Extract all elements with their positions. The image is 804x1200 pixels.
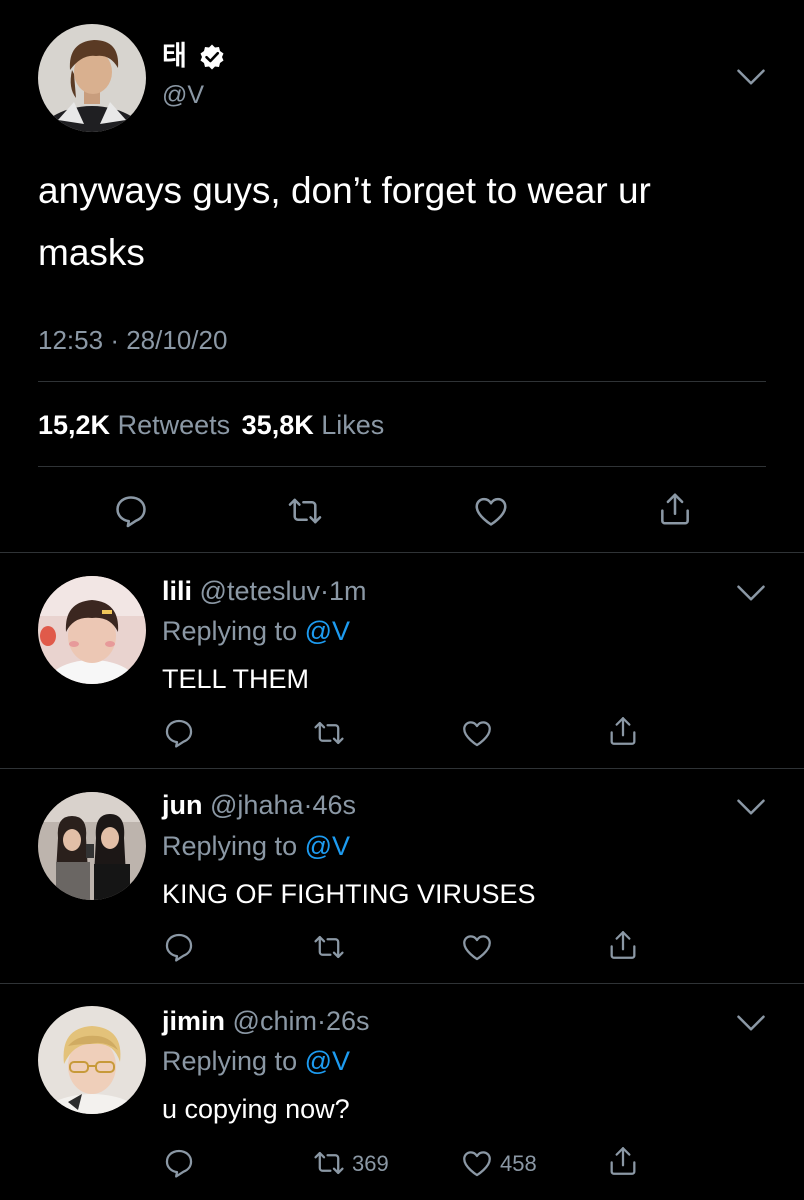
likes-count[interactable]: 35,8K <box>242 410 314 440</box>
replying-to: Replying to @V <box>162 829 350 863</box>
chevron-down-icon[interactable] <box>736 1014 766 1032</box>
retweet-icon[interactable] <box>312 1146 346 1180</box>
share-icon[interactable] <box>606 714 640 748</box>
replying-to-handle[interactable]: @V <box>305 616 350 646</box>
reply-header: jun @jhaha·46s <box>162 788 356 822</box>
reply-icon[interactable] <box>162 930 196 964</box>
reply-handle[interactable]: @tetesluv <box>200 576 320 606</box>
likes-label[interactable]: Likes <box>321 410 384 440</box>
reply-display-name[interactable]: jimin <box>162 1006 225 1036</box>
chevron-down-icon[interactable] <box>736 584 766 602</box>
reply-handle[interactable]: @chim <box>233 1006 317 1036</box>
replying-to-label: Replying to <box>162 1046 298 1076</box>
separator-dot: · <box>303 790 313 820</box>
reply-avatar[interactable] <box>38 792 146 900</box>
reply-text: TELL THEM <box>162 664 310 694</box>
tweet-text-line-2: masks <box>38 232 145 273</box>
retweet-icon[interactable] <box>286 492 324 530</box>
like-icon[interactable] <box>460 930 494 964</box>
reply-icon[interactable] <box>162 716 196 750</box>
author-handle[interactable]: @V <box>162 80 204 110</box>
divider <box>0 768 804 769</box>
replying-to-label: Replying to <box>162 831 298 861</box>
like-icon[interactable] <box>460 716 494 750</box>
separator-dot: · <box>316 1006 326 1036</box>
reply-avatar[interactable] <box>38 1006 146 1114</box>
like-icon[interactable] <box>460 1146 494 1180</box>
chevron-down-icon[interactable] <box>736 798 766 816</box>
share-icon[interactable] <box>606 928 640 962</box>
like-icon[interactable] <box>472 492 510 530</box>
divider <box>38 466 766 467</box>
retweets-count[interactable]: 15,2K <box>38 410 110 440</box>
reply-time: 46s <box>312 790 357 820</box>
share-icon[interactable] <box>656 490 694 528</box>
reply-text: u copying now? <box>162 1094 350 1124</box>
reply-icon[interactable] <box>112 492 150 530</box>
tweet-date: 28/10/20 <box>126 325 228 355</box>
replying-to-handle[interactable]: @V <box>305 831 350 861</box>
reply-avatar[interactable] <box>38 576 146 684</box>
reply-time: 26s <box>325 1006 370 1036</box>
divider <box>0 983 804 984</box>
reply-header: lili @tetesluv·1m <box>162 574 367 608</box>
retweet-icon[interactable] <box>312 930 346 964</box>
reply-time: 1m <box>329 576 367 606</box>
retweet-count: 369 <box>352 1151 389 1176</box>
reply-display-name[interactable]: jun <box>162 790 203 820</box>
verified-badge-icon <box>198 43 226 71</box>
divider <box>38 381 766 382</box>
replying-to-label: Replying to <box>162 616 298 646</box>
retweet-icon[interactable] <box>312 716 346 750</box>
separator-dot: · <box>320 576 329 606</box>
replying-to-handle[interactable]: @V <box>305 1046 350 1076</box>
separator-dot: · <box>110 325 119 355</box>
like-count: 458 <box>500 1151 537 1176</box>
chevron-down-icon[interactable] <box>736 68 766 86</box>
author-display-name[interactable]: 태 <box>162 40 187 72</box>
reply-icon[interactable] <box>162 1146 196 1180</box>
reply-display-name[interactable]: lili <box>162 576 192 606</box>
replying-to: Replying to @V <box>162 1044 350 1078</box>
divider <box>0 552 804 553</box>
replying-to: Replying to @V <box>162 614 350 648</box>
author-avatar[interactable] <box>38 24 146 132</box>
reply-text: KING OF FIGHTING VIRUSES <box>162 879 536 909</box>
tweet-text-line-1: anyways guys, don’t forget to wear ur <box>38 170 651 211</box>
engagement-stats: 15,2K Retweets 35,8K Likes <box>38 408 384 442</box>
reply-handle[interactable]: @jhaha <box>210 790 303 820</box>
share-icon[interactable] <box>606 1144 640 1178</box>
retweets-label[interactable]: Retweets <box>118 410 231 440</box>
tweet-timestamp: 12:53 · 28/10/20 <box>38 324 227 356</box>
reply-header: jimin @chim·26s <box>162 1004 370 1038</box>
tweet-time: 12:53 <box>38 325 104 355</box>
